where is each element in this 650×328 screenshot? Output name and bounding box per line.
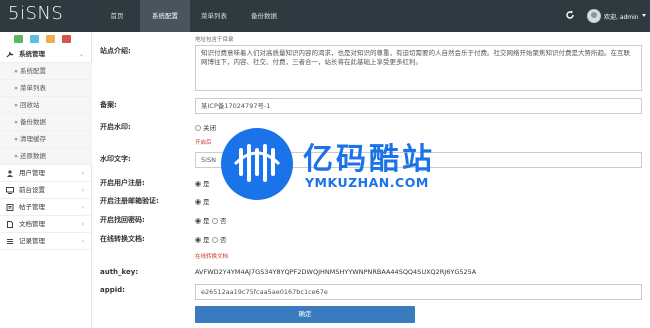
intro-label: 站点介绍: xyxy=(100,47,131,55)
sidebar-item-backup[interactable]: » 备份数据 xyxy=(0,114,92,131)
yes-label: 是 xyxy=(203,180,210,188)
yes-label: 是 xyxy=(203,236,210,244)
refresh-icon[interactable] xyxy=(565,10,575,20)
chevron-down-icon: ⌄ xyxy=(78,51,84,58)
sidebar-section-users[interactable]: 用户管理 › xyxy=(0,165,92,182)
appid-label: appid: xyxy=(100,286,125,294)
sidebar-section-system[interactable]: 系统管理 ⌄ xyxy=(0,46,92,63)
sidebar-section-label: 前台设置 xyxy=(19,186,45,194)
nav-home[interactable]: 首页 xyxy=(96,0,138,32)
icp-label: 备案: xyxy=(100,101,117,109)
watermark-label: 开启水印: xyxy=(100,123,131,131)
online-convert-no-radio[interactable]: 否 xyxy=(212,234,227,244)
shortcut-blue-icon[interactable] xyxy=(30,35,39,43)
nav-backup[interactable]: 备份数据 xyxy=(238,0,290,32)
watermark-text-label: 水印文字: xyxy=(100,155,131,163)
chevron-right-icon: › xyxy=(81,238,84,245)
no-label: 否 xyxy=(220,217,227,225)
shortcut-orange-icon[interactable] xyxy=(46,35,55,43)
top-hint: 地址包含于目录 xyxy=(195,37,234,43)
avatar[interactable] xyxy=(587,9,601,23)
monitor-icon xyxy=(6,187,14,194)
sidebar-section-label: 文档管理 xyxy=(19,220,45,228)
sidebar-item-menu-list[interactable]: » 菜单列表 xyxy=(0,80,92,97)
chevron-right-icon: › xyxy=(81,187,84,194)
register-label: 开启用户注册: xyxy=(100,179,145,187)
sidebar-item-restore[interactable]: » 还原数据 xyxy=(0,148,92,165)
sidebar-section-label: 用户管理 xyxy=(19,169,45,177)
sidebar-section-frontend[interactable]: 前台设置 › xyxy=(0,182,92,199)
online-convert-hint: 在线转换文档 xyxy=(195,254,229,260)
document-icon xyxy=(6,204,14,211)
find-password-label: 开启找回密码: xyxy=(100,216,145,224)
online-convert-label: 在线转换文档: xyxy=(100,235,145,243)
shortcut-green-icon[interactable] xyxy=(14,35,23,43)
chevron-down-icon[interactable] xyxy=(642,14,646,17)
chevron-right-icon: › xyxy=(81,221,84,228)
nav-system-config[interactable]: 系统配置 xyxy=(140,0,190,32)
chevron-right-icon: › xyxy=(81,204,84,211)
site-logo[interactable]: 5iSNS xyxy=(8,3,63,24)
register-yes-radio[interactable]: 是 xyxy=(195,178,210,188)
no-label: 否 xyxy=(220,236,227,244)
watermark-subtitle: YMKUZHAN.COM xyxy=(305,175,429,190)
find-password-yes-radio[interactable]: 是 xyxy=(195,215,210,225)
sidebar-section-posts[interactable]: 帖子管理 › xyxy=(0,199,92,216)
wrench-icon xyxy=(6,51,14,58)
sidebar-section-docs[interactable]: 文档管理 › xyxy=(0,216,92,233)
watermark-title: 亿码酷站 xyxy=(303,142,435,177)
auth-key-value: AVFWD2Y4YM4AJ7GS34Y8YQPF2DWQJHNMSHYYWNPN… xyxy=(195,268,477,276)
list-icon xyxy=(7,239,13,244)
appid-input[interactable]: e26512aa19c75fcaa5ae0167bc1ce67e xyxy=(195,284,642,300)
sidebar-shortcuts xyxy=(0,32,92,47)
online-convert-yes-radio[interactable]: 是 xyxy=(195,234,210,244)
email-verify-label: 开启注册邮箱验证: xyxy=(100,197,159,205)
sidebar-section-label: 系统管理 xyxy=(19,50,45,58)
sidebar-section-records[interactable]: 记录管理 › xyxy=(0,233,92,250)
top-navbar: 5iSNS 首页 系统配置 菜单列表 备份数据 欢迎, admin xyxy=(0,0,650,32)
sidebar-section-label: 记录管理 xyxy=(19,237,45,245)
watermark-emblem-icon xyxy=(221,128,293,200)
yes-label: 是 xyxy=(203,217,210,225)
submit-button[interactable]: 确定 xyxy=(195,306,415,323)
sidebar-item-recycle-bin[interactable]: » 回收站 xyxy=(0,97,92,114)
sidebar-item-system-config[interactable]: » 系统配置 xyxy=(0,63,92,80)
chevron-right-icon: › xyxy=(81,170,84,177)
sidebar-section-label: 帖子管理 xyxy=(19,203,45,211)
emblem-glyph-icon xyxy=(233,144,281,182)
file-icon xyxy=(7,221,13,228)
user-icon xyxy=(7,170,13,177)
watermark-hint: 开启后 xyxy=(195,140,212,146)
watermark-logo: 亿码酷站 YMKUZHAN.COM xyxy=(215,120,460,212)
yes-label: 是 xyxy=(203,198,210,206)
find-password-no-radio[interactable]: 否 xyxy=(212,215,227,225)
sidebar-item-clear-cache[interactable]: » 清理缓存 xyxy=(0,131,92,148)
nav-menu-list[interactable]: 菜单列表 xyxy=(190,0,238,32)
sidebar: 系统管理 ⌄ » 系统配置 » 菜单列表 » 回收站 » 备份数据 » 清理缓存… xyxy=(0,32,92,328)
auth-key-label: auth_key: xyxy=(100,268,139,276)
intro-textarea[interactable]: 知识付费意味着人们对高质量知识内容的渴求，也是对知识的尊重，有迫切需要的人自然会… xyxy=(195,45,642,91)
shortcut-red-icon[interactable] xyxy=(62,35,71,43)
watermark-off-radio[interactable]: 关闭 xyxy=(195,122,216,132)
icp-input[interactable]: 某ICP备17024797号-1 xyxy=(195,98,642,114)
welcome-text[interactable]: 欢迎, admin xyxy=(604,12,639,21)
email-verify-yes-radio[interactable]: 是 xyxy=(195,196,210,206)
